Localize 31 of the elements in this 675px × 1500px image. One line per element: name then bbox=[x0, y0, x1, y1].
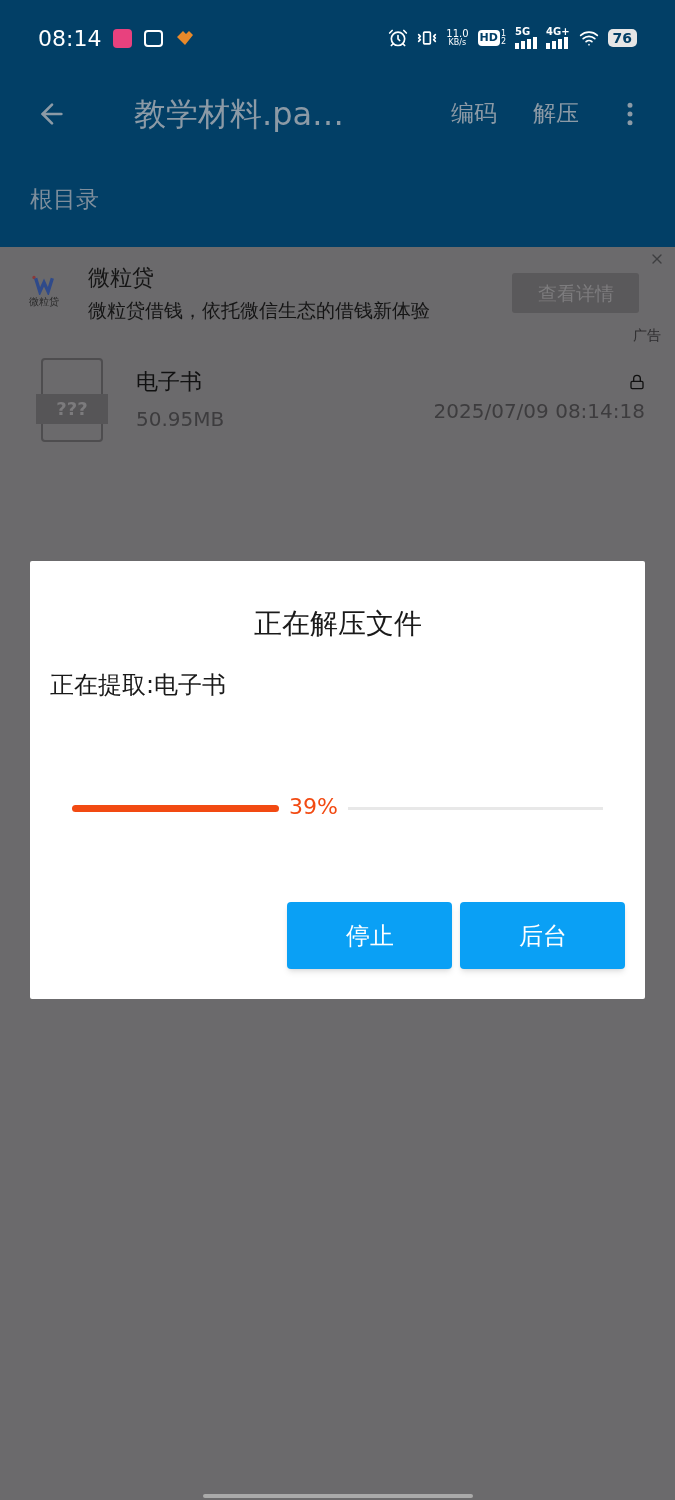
dialog-button[interactable]: 停止 bbox=[287, 902, 452, 969]
card-icon bbox=[144, 29, 164, 47]
ad-logo-text: 微粒贷 bbox=[29, 297, 59, 307]
battery-level: 76 bbox=[607, 29, 637, 47]
signal-icon bbox=[514, 37, 537, 49]
app-icon bbox=[113, 28, 133, 48]
breadcrumb[interactable]: 根目录 bbox=[30, 181, 99, 217]
net-speed-unit: KB/s bbox=[448, 39, 467, 47]
file-name: 电子书 bbox=[136, 368, 203, 396]
heart-icon bbox=[175, 29, 196, 47]
toolbar-action[interactable]: 解压 bbox=[533, 96, 579, 131]
dialog-message: 正在提取:电子书 bbox=[50, 670, 228, 701]
hd-sim-number: 2 bbox=[500, 38, 506, 46]
network-type: 4G+ bbox=[545, 27, 570, 37]
dialog-title: 正在解压文件 bbox=[253, 606, 422, 642]
ad-logo bbox=[31, 275, 57, 295]
dialog-button[interactable]: 后台 bbox=[460, 902, 625, 969]
hd-sim-number: 1 bbox=[500, 30, 506, 38]
hd-badge: HD bbox=[477, 30, 500, 46]
ad-title: 微粒贷 bbox=[88, 264, 155, 292]
toolbar-action[interactable]: 编码 bbox=[451, 96, 497, 131]
window-title: 教学材料.pa… bbox=[134, 93, 345, 135]
signal-icon bbox=[545, 37, 568, 49]
net-speed: 11.0 bbox=[446, 29, 469, 39]
network-type: 5G bbox=[514, 27, 531, 37]
ad-text: 微粒贷借钱，依托微信生态的借钱新体验 bbox=[88, 298, 430, 323]
vibrate-icon bbox=[417, 28, 438, 48]
ad-label: 广告 bbox=[633, 326, 661, 345]
wifi-icon bbox=[578, 28, 599, 48]
clock-time: 08:14 bbox=[38, 24, 102, 53]
alarm-icon bbox=[388, 28, 409, 48]
